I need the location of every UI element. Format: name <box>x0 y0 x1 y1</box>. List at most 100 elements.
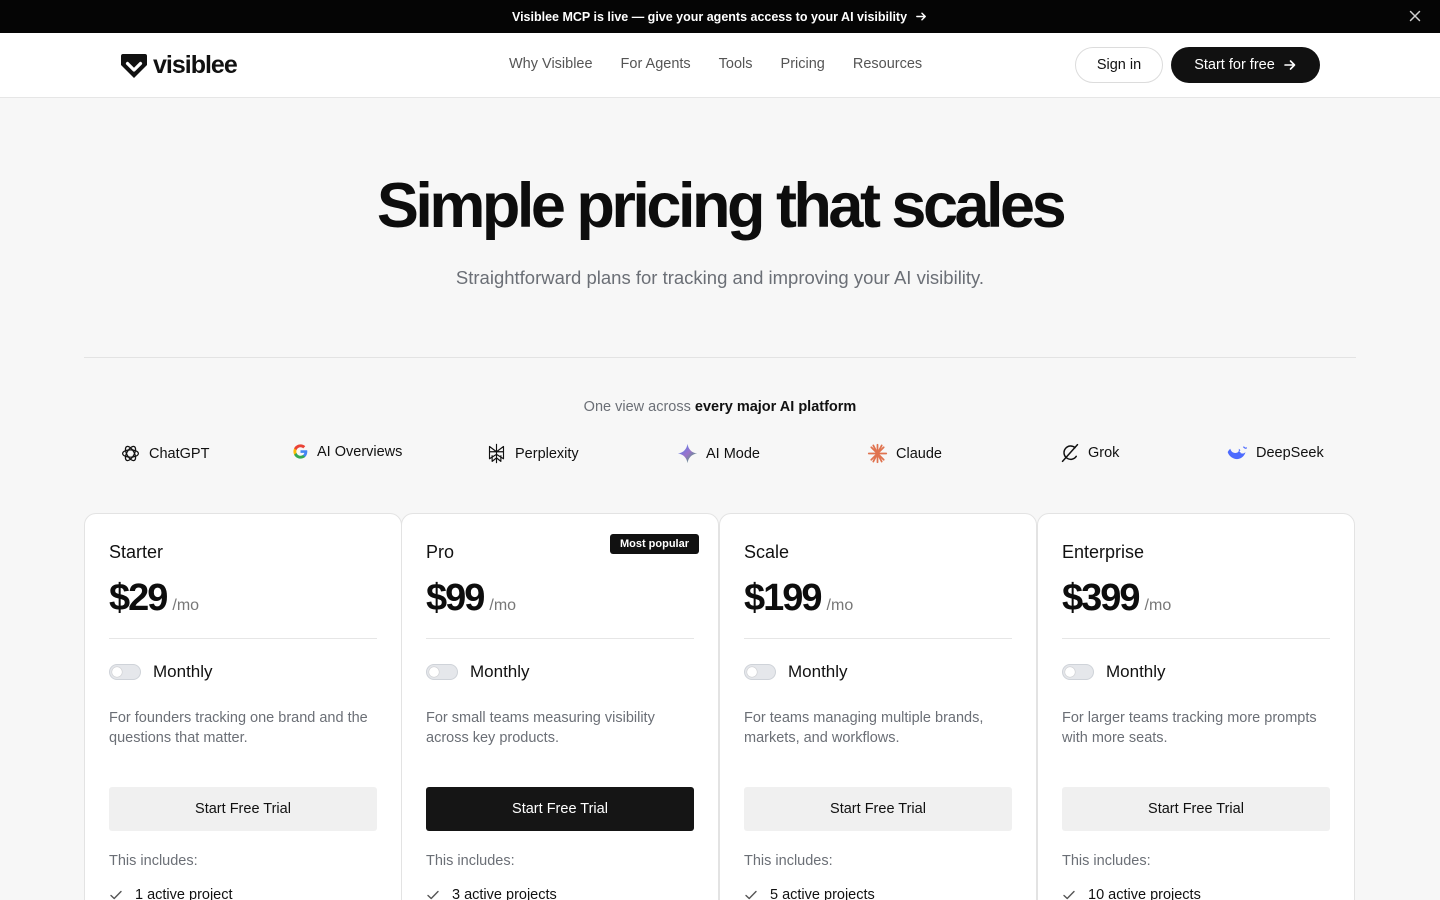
nav-item-for-agents[interactable]: For Agents <box>621 56 691 72</box>
nav-item-resources[interactable]: Resources <box>853 56 922 72</box>
card-divider <box>109 638 377 639</box>
sign-in-button[interactable]: Sign in <box>1075 47 1163 83</box>
feature-item: 10 active projects <box>1062 887 1201 900</box>
feature-item: 3 active projects <box>426 887 557 900</box>
perplexity-icon <box>488 443 505 464</box>
billing-label: Monthly <box>153 662 213 681</box>
most-popular-badge: Most popular <box>609 534 699 554</box>
card-divider <box>426 638 694 639</box>
plan-card-starter: Starter $29 /mo Monthly For founders tra… <box>84 513 402 900</box>
billing-toggle[interactable] <box>1062 664 1094 680</box>
platform-chatgpt: ChatGPT <box>120 443 209 464</box>
plan-description: For larger teams tracking more prompts w… <box>1062 710 1317 746</box>
plan-name: Enterprise <box>1062 542 1145 562</box>
arrow-right-icon <box>1283 60 1296 70</box>
price-unit: /mo <box>1144 597 1172 614</box>
includes-label: This includes: <box>426 853 515 869</box>
nav-item-pricing[interactable]: Pricing <box>781 56 825 72</box>
billing-label: Monthly <box>1106 662 1166 681</box>
close-icon[interactable] <box>1408 9 1422 23</box>
visiblee-logo-icon <box>121 53 147 78</box>
feature-item: 5 active projects <box>744 887 875 900</box>
plan-description: For founders tracking one brand and the … <box>109 710 368 746</box>
feature-text: 10 active projects <box>1088 887 1201 900</box>
plan-card-scale: Scale $199 /mo Monthly For teams managin… <box>719 513 1037 900</box>
plan-price: $199 /mo <box>744 577 853 620</box>
toggle-knob <box>429 667 439 677</box>
platform-ai-overviews: AI Overviews <box>292 443 402 460</box>
plan-name: Pro <box>426 542 455 562</box>
platform-label: DeepSeek <box>1256 445 1324 461</box>
feature-text: 3 active projects <box>452 887 557 900</box>
page-subtitle: Straightforward plans for tracking and i… <box>455 267 985 288</box>
claude-icon <box>867 443 888 464</box>
start-free-trial-button[interactable]: Start Free Trial <box>109 787 377 831</box>
plan-card-enterprise: Enterprise $399 /mo Monthly For larger t… <box>1037 513 1355 900</box>
check-icon <box>1063 890 1075 900</box>
price-value: $399 <box>1062 577 1141 619</box>
main-menu: Why Visiblee For Agents Tools Pricing Re… <box>509 56 922 72</box>
platform-deepseek: DeepSeek <box>1226 443 1324 463</box>
page-title: Simple pricing that scales <box>376 171 1067 241</box>
plan-name: Starter <box>109 542 164 562</box>
feature-text: 1 active project <box>135 887 233 900</box>
start-free-trial-button[interactable]: Start Free Trial <box>426 787 694 831</box>
platform-caption-emphasis: every major AI platform <box>694 399 857 415</box>
start-for-free-label: Start for free <box>1194 57 1275 73</box>
toggle-knob <box>112 667 122 677</box>
price-unit: /mo <box>489 597 517 614</box>
plan-name: Scale <box>744 542 790 562</box>
announcement-bar[interactable]: Visiblee MCP is live — give your agents … <box>0 0 1440 33</box>
platform-label: Grok <box>1088 445 1120 461</box>
includes-label: This includes: <box>1062 853 1151 869</box>
nav-item-why-visiblee[interactable]: Why Visiblee <box>509 56 593 72</box>
price-value: $99 <box>426 577 485 619</box>
billing-toggle[interactable] <box>426 664 458 680</box>
announcement-text[interactable]: Visiblee MCP is live — give your agents … <box>512 10 907 24</box>
start-for-free-button[interactable]: Start for free <box>1171 47 1320 83</box>
feature-item: 1 active project <box>109 887 233 900</box>
start-free-trial-button[interactable]: Start Free Trial <box>744 787 1012 831</box>
toggle-knob <box>747 667 757 677</box>
platform-list: ChatGPT AI Overviews Perplexity AI Mode … <box>84 443 1356 469</box>
price-unit: /mo <box>172 597 200 614</box>
brand-logo[interactable]: visiblee <box>120 51 238 80</box>
plan-card-pro: Pro Most popular $99 /mo Monthly For sma… <box>401 513 719 900</box>
plan-price: $99 /mo <box>426 577 516 620</box>
price-value: $199 <box>744 577 823 619</box>
platform-caption: One view across every major AI platform <box>0 399 1440 415</box>
pricing-cards: Starter $29 /mo Monthly For founders tra… <box>84 513 1356 900</box>
platform-label: AI Mode <box>706 445 760 462</box>
section-divider <box>84 357 1356 358</box>
feature-text: 5 active projects <box>770 887 875 900</box>
platform-caption-prefix: One view across <box>583 399 691 415</box>
plan-description: For teams managing multiple brands, mark… <box>744 710 984 746</box>
includes-label: This includes: <box>744 853 833 869</box>
brand-name: visiblee <box>153 51 238 79</box>
plan-price: $29 /mo <box>109 577 199 620</box>
platform-label: Claude <box>896 445 942 462</box>
arrow-right-icon[interactable] <box>915 10 928 23</box>
check-icon <box>427 890 439 900</box>
nav-item-tools[interactable]: Tools <box>719 56 753 72</box>
platform-perplexity: Perplexity <box>486 443 579 464</box>
billing-toggle[interactable] <box>109 664 141 680</box>
billing-label: Monthly <box>788 662 848 681</box>
platform-ai-mode: AI Mode <box>677 443 760 464</box>
ai-mode-sparkle-icon <box>677 443 698 464</box>
check-icon <box>110 890 122 900</box>
start-free-trial-button[interactable]: Start Free Trial <box>1062 787 1330 831</box>
grok-icon <box>1061 443 1079 463</box>
billing-label: Monthly <box>470 662 530 681</box>
card-divider <box>744 638 1012 639</box>
billing-toggle[interactable] <box>744 664 776 680</box>
includes-label: This includes: <box>109 853 198 869</box>
toggle-knob <box>1065 667 1075 677</box>
chatgpt-icon <box>122 445 139 462</box>
check-icon <box>745 890 757 900</box>
platform-claude: Claude <box>867 443 942 464</box>
platform-label: AI Overviews <box>317 443 403 460</box>
platform-grok: Grok <box>1060 443 1119 463</box>
card-divider <box>1062 638 1330 639</box>
plan-description: For small teams measuring visibility acr… <box>426 710 655 746</box>
